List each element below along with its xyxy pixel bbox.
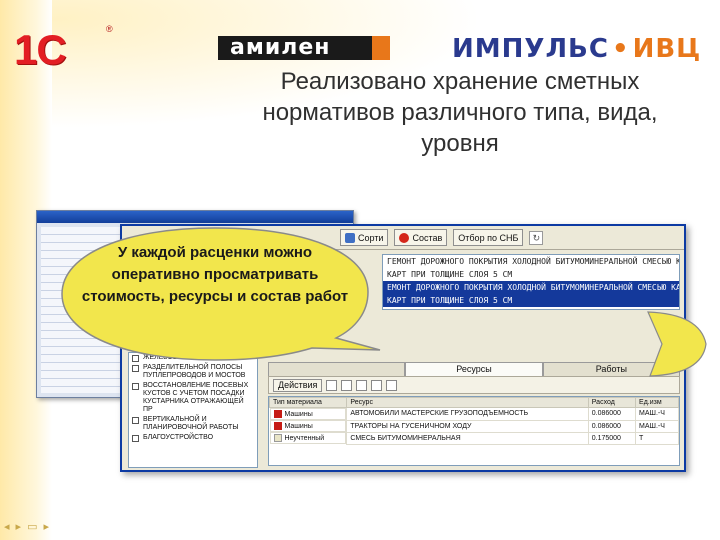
table-cell-resource: Смесь битумоминеральная	[346, 431, 589, 445]
tab-resources[interactable]: Ресурсы	[405, 362, 543, 376]
kind-label: Неучтенный	[284, 434, 325, 442]
tree-node[interactable]: Вертикальной и планировочной работы	[129, 415, 257, 433]
partner-logo-ivc-text: ИВЦ	[632, 34, 702, 64]
list-item[interactable]: ГЕМОНТ ДОРОЖНОГО ПОКРЫТИЯ ХОЛОДНОЙ БИТУМ…	[383, 255, 679, 268]
logo-dot: •	[611, 34, 630, 64]
find-icon[interactable]	[386, 379, 398, 391]
list-item-selected[interactable]: ЕМОНТ ДОРОЖНОГО ПОКРЫТИЯ ХОЛОДНОЙ БИТУМО…	[383, 281, 679, 294]
column-header[interactable]: Тип материала	[268, 397, 348, 408]
table-cell-amount: 0.086000	[587, 407, 637, 421]
table-cell-unit: маш.-ч	[635, 407, 679, 421]
info-callout: У каждой расценки можно оперативно просм…	[50, 224, 382, 382]
secondary-callout-shape	[647, 311, 707, 377]
background-window-titlebar	[37, 211, 353, 223]
expand-box-icon[interactable]	[132, 383, 139, 390]
table-cell-kind: Машины	[269, 420, 347, 432]
composition-button-label: Состав	[412, 232, 443, 243]
expand-box-icon[interactable]	[132, 435, 139, 442]
table-row[interactable]: Машины Автомобили мастерские грузоподъем…	[269, 407, 679, 421]
partner-logo-amilen-text: амилен	[230, 35, 331, 60]
expand-box-icon[interactable]	[132, 417, 139, 424]
kind-label: Машины	[284, 410, 313, 418]
secondary-callout-bubble	[640, 304, 712, 382]
nav-menu-icon[interactable]: ▭	[27, 520, 37, 533]
nav-end-icon[interactable]: ▸	[43, 520, 49, 533]
rates-list[interactable]: ГЕМОНТ ДОРОЖНОГО ПОКРЫТИЯ ХОЛОДНОЙ БИТУМ…	[382, 254, 680, 310]
slide-title: Реализовано хранение сметных нормативов …	[210, 66, 710, 159]
table-cell-unit: маш.-ч	[635, 419, 679, 433]
tree-node[interactable]: Восстановление посевых кустов с учетом п…	[129, 381, 257, 415]
table-cell-resource: Тракторы на гусеничном ходу	[346, 419, 589, 433]
column-header[interactable]: Расход	[587, 397, 637, 408]
logo-1c: 1С	[14, 26, 67, 73]
tree-node-label: Вертикальной и планировочной работы	[143, 416, 239, 431]
registered-mark: ®	[106, 24, 113, 34]
table-cell-amount: 0.175000	[587, 431, 637, 445]
list-item[interactable]: КАРТ ПРИ ТОЛЩИНЕ СЛОЯ 5 СМ	[383, 268, 679, 281]
table-cell-kind: Машины	[269, 408, 347, 420]
partner-logo-impuls: ИМПУЛЬС • ИВЦ	[452, 34, 701, 64]
nav-previous-icon[interactable]: ◂	[4, 520, 10, 533]
refresh-icon[interactable]: ↻	[529, 230, 544, 245]
select-by-snb-button-label: Отбор по СНБ	[458, 232, 519, 243]
column-header[interactable]: Ресурс	[346, 397, 589, 408]
material-icon	[273, 434, 282, 442]
table-cell-resource: Автомобили мастерские грузоподъемность	[346, 407, 589, 421]
callout-text: У каждой расценки можно оперативно просм…	[81, 244, 349, 305]
list-item-selected[interactable]: КАРТ ПРИ ТОЛЩИНЕ СЛОЯ 5 СМ	[383, 294, 679, 307]
tree-node-label: Восстановление посевых кустов с учетом п…	[143, 382, 249, 413]
slide-title-line3: уровня	[421, 130, 499, 157]
table-cell-kind: Неучтенный	[269, 432, 347, 444]
tree-node-label: Благоустройство	[143, 434, 214, 441]
partner-logo-impuls-text: ИМПУЛЬС	[452, 34, 609, 64]
table-row[interactable]: Машины Тракторы на гусеничном ходу 0.086…	[269, 419, 679, 433]
table-row[interactable]: Неучтенный Смесь битумоминеральная 0.175…	[269, 431, 679, 445]
kind-label: Машины	[284, 422, 313, 430]
table-cell-amount: 0.086000	[587, 419, 637, 433]
partner-logo-amilen: амилен	[218, 36, 390, 60]
machine-icon	[273, 422, 282, 430]
column-header[interactable]: Ед.изм	[635, 397, 679, 408]
composition-icon	[399, 232, 410, 243]
slide-title-line1: Реализовано хранение сметных	[280, 68, 640, 95]
partner-logo-amilen-square	[372, 36, 390, 60]
machine-icon	[273, 410, 282, 418]
resources-table: Тип материала Ресурс Расход Ед.изм Машин…	[268, 396, 680, 466]
table-header-row: Тип материала Ресурс Расход Ед.изм	[268, 397, 679, 408]
tree-node[interactable]: Благоустройство	[129, 433, 257, 443]
slide-title-line2: нормативов различного типа, вида,	[262, 99, 658, 126]
nav-next-icon[interactable]: ▸	[16, 520, 22, 533]
slide-navigation: ◂ ▸ ▭ ▸	[4, 520, 49, 533]
composition-button[interactable]: Состав	[394, 229, 448, 246]
table-cell-unit: т	[635, 431, 679, 445]
select-by-snb-button[interactable]: Отбор по СНБ	[453, 229, 524, 246]
